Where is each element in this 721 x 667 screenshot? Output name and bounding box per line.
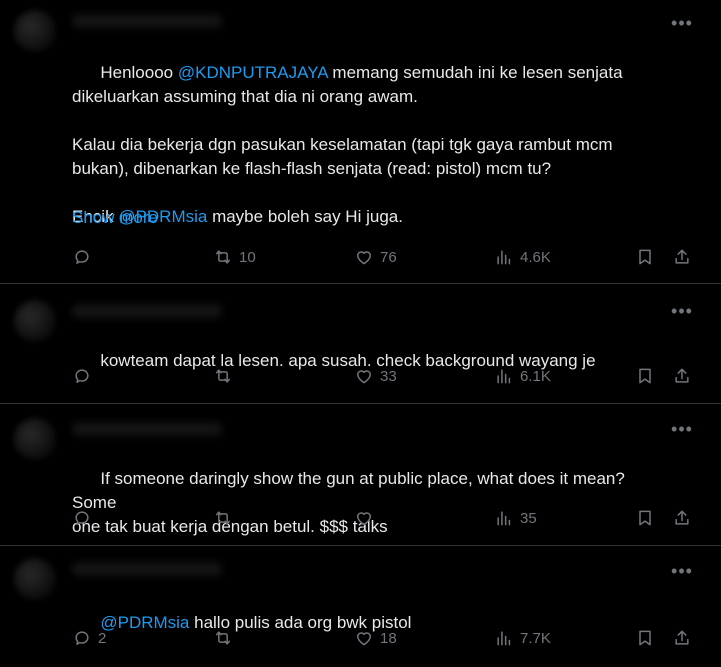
share-icon [675,630,689,645]
reply-icon [75,511,89,525]
tweet-3[interactable]: ••• If someone daringly show the gun at … [0,404,721,546]
views-icon [497,631,511,646]
bookmark-button[interactable] [635,626,655,650]
author-name[interactable] [72,562,222,576]
like-count: 33 [380,367,397,385]
views-icon [497,250,511,265]
like-icon [357,251,371,265]
retweet-button[interactable] [213,364,239,388]
tweet-2[interactable]: ••• kowteam dapat la lesen. apa susah. c… [0,284,721,404]
more-icon[interactable]: ••• [671,14,693,36]
reply-button[interactable] [72,364,98,388]
views-button[interactable]: 6.1K [494,364,551,388]
tweet-text: If someone daringly show the gun at publ… [72,443,672,563]
bookmark-button[interactable] [635,506,655,530]
tweet-1[interactable]: ••• Henloooo @KDNPUTRAJAYA memang semuda… [0,0,721,284]
like-button[interactable] [354,506,380,530]
reply-icon [75,250,89,264]
avatar[interactable] [14,558,56,600]
text-segment: Henloooo [100,63,178,82]
action-bar: 10 76 4.6K [72,245,697,269]
bookmark-button[interactable] [635,245,655,269]
avatar[interactable] [14,10,56,52]
author-name[interactable] [72,14,222,28]
reply-button[interactable] [72,245,98,269]
reply-button[interactable] [72,506,98,530]
retweet-count: 10 [239,248,256,266]
retweet-icon [216,511,230,525]
share-button[interactable] [672,626,692,650]
retweet-button[interactable] [213,626,239,650]
retweet-button[interactable]: 10 [213,245,256,269]
more-icon[interactable]: ••• [671,562,693,584]
bookmark-icon [639,630,651,646]
like-button[interactable]: 18 [354,626,397,650]
share-icon [675,368,689,383]
view-count: 4.6K [520,248,551,266]
view-count: 7.7K [520,629,551,647]
retweet-icon [216,250,230,264]
reply-count: 2 [98,629,107,647]
reply-icon [75,369,89,383]
bookmark-icon [639,510,651,526]
like-count: 76 [380,248,397,266]
view-count: 35 [520,509,537,527]
bookmark-icon [639,368,651,384]
reply-feed: ••• Henloooo @KDNPUTRAJAYA memang semuda… [0,0,721,667]
more-icon[interactable]: ••• [671,302,693,324]
like-count: 18 [380,629,397,647]
show-more-link[interactable]: Show more [72,206,672,230]
reply-button[interactable]: 2 [72,626,106,650]
text-segment: memang semudah ini ke lesen senjata dike… [72,63,623,226]
action-bar: 2 18 7.7K [72,626,697,650]
avatar[interactable] [14,418,56,460]
view-count: 6.1K [520,367,551,385]
like-icon [357,370,371,384]
mention-link[interactable]: @KDNPUTRAJAYA [178,63,328,82]
retweet-icon [216,631,230,645]
author-name[interactable] [72,422,222,436]
action-bar: 35 [72,506,697,530]
views-button[interactable]: 4.6K [494,245,551,269]
bookmark-icon [639,249,651,265]
author-name[interactable] [72,304,222,318]
retweet-icon [216,369,230,383]
action-bar: 33 6.1K [72,364,697,388]
like-icon [357,512,371,526]
share-icon [675,510,689,525]
avatar[interactable] [14,300,56,342]
views-button[interactable]: 35 [494,506,537,530]
share-button[interactable] [672,506,692,530]
more-icon[interactable]: ••• [671,420,693,442]
bookmark-button[interactable] [635,364,655,388]
like-button[interactable]: 76 [354,245,397,269]
like-button[interactable]: 33 [354,364,397,388]
views-icon [497,511,511,526]
share-button[interactable] [672,364,692,388]
share-button[interactable] [672,245,692,269]
views-icon [497,369,511,384]
retweet-button[interactable] [213,506,239,530]
like-icon [357,632,371,646]
tweet-4[interactable]: ••• @PDRMsia hallo pulis ada org bwk pis… [0,546,721,667]
views-button[interactable]: 7.7K [494,626,551,650]
reply-icon [75,631,89,645]
share-icon [675,249,689,264]
